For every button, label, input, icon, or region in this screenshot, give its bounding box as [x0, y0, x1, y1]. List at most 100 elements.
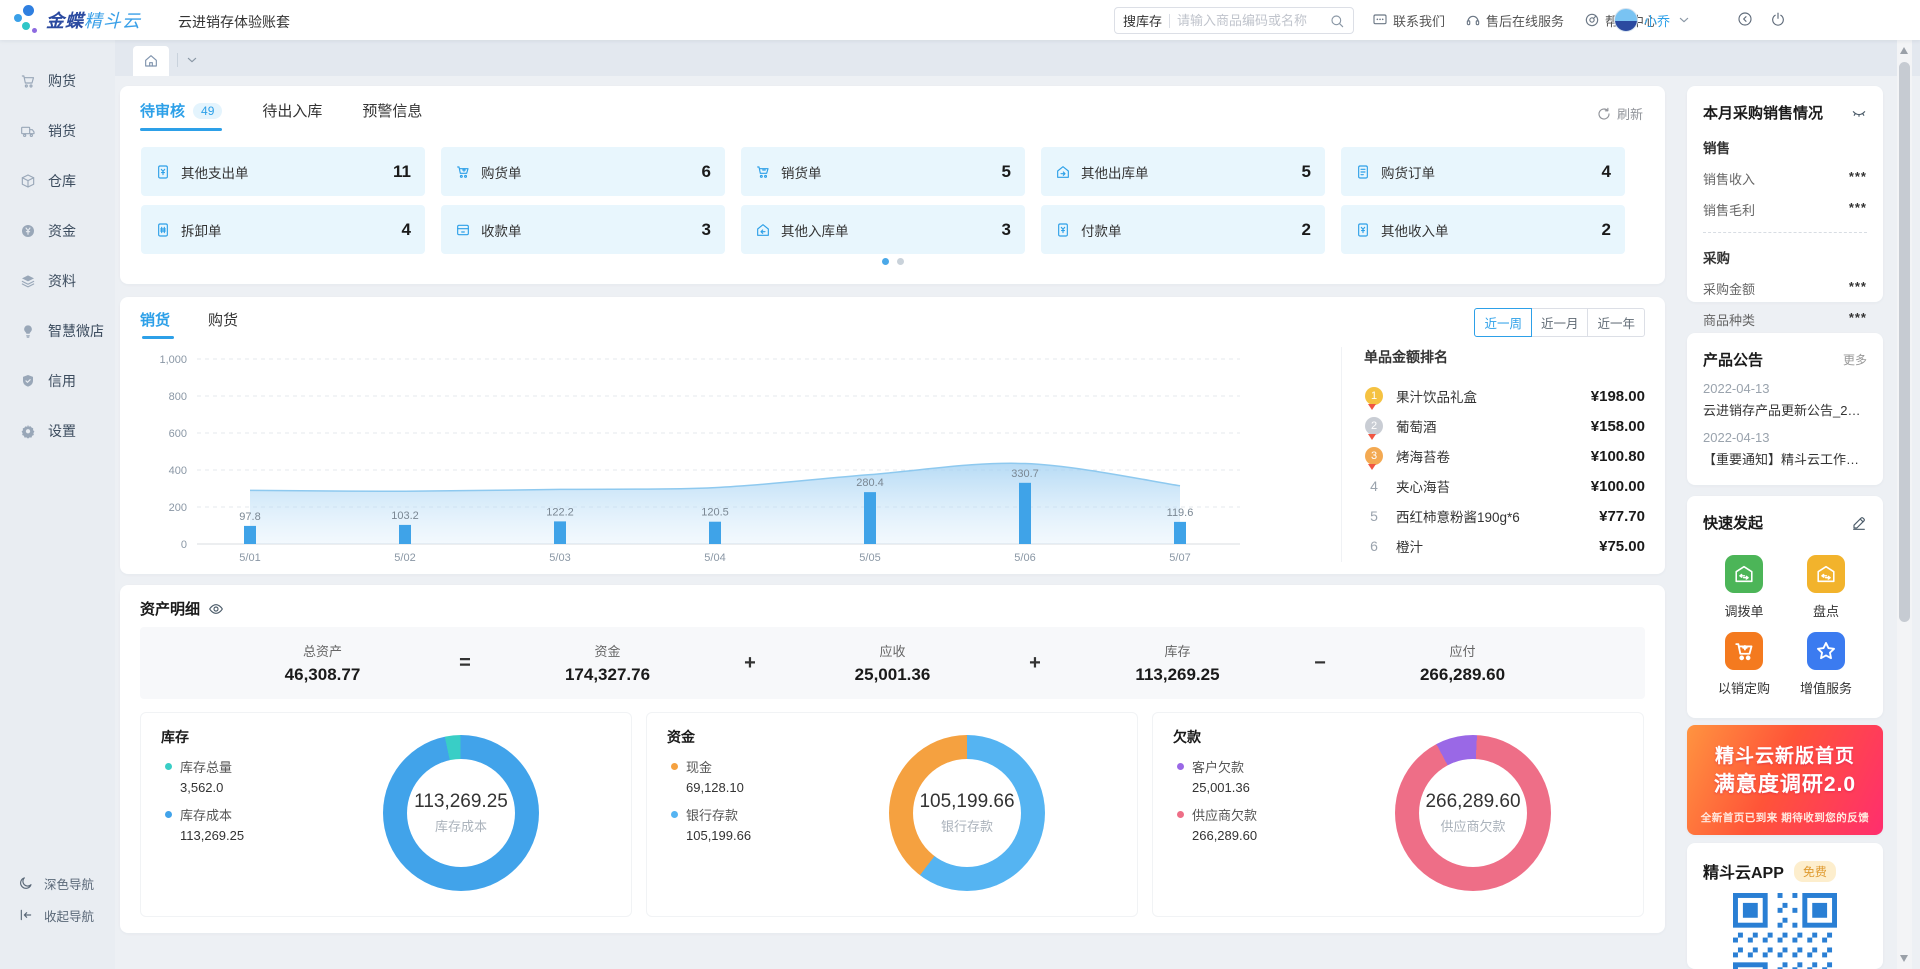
- sidebar-item-仓库[interactable]: 仓库: [0, 156, 115, 206]
- range-button-近一年[interactable]: 近一年: [1587, 308, 1645, 337]
- todo-card-收款单[interactable]: 收款单 3: [441, 205, 725, 254]
- scroll-down-arrow[interactable]: [1900, 955, 1908, 962]
- todo-card-购货单[interactable]: 购货单6: [441, 147, 725, 196]
- sidebar-item-设置[interactable]: 设置: [0, 406, 115, 456]
- header-link-售后在线服务[interactable]: 售后在线服务: [1465, 11, 1564, 30]
- donut-center-value: 113,269.25: [414, 791, 508, 813]
- edit-icon[interactable]: [1851, 515, 1867, 531]
- search-scope-label[interactable]: 搜库存: [1123, 11, 1162, 30]
- announcement-link[interactable]: 【重要通知】精斗云工作台域...: [1703, 449, 1867, 468]
- refresh-icon: [1596, 106, 1612, 122]
- monthly-row-采购金额: 采购金额***: [1703, 279, 1867, 298]
- receipt-box-icon: [455, 222, 471, 238]
- sidebar-item-信用[interactable]: 信用: [0, 356, 115, 406]
- range-button-近一月[interactable]: 近一月: [1531, 308, 1589, 337]
- todo-card-count: 5: [1002, 162, 1011, 182]
- carousel-dot[interactable]: [882, 258, 889, 265]
- ranking-row[interactable]: 4夹心海苔¥100.00: [1364, 471, 1645, 501]
- asset-card-title: 库存: [161, 727, 189, 747]
- todo-tab-预警信息[interactable]: 预警信息: [362, 100, 422, 131]
- yuan-icon: [20, 223, 36, 239]
- ranking-row[interactable]: 6橙汁¥75.00: [1364, 531, 1645, 561]
- formula-operator: +: [1015, 652, 1055, 675]
- scrollbar-thumb[interactable]: [1899, 62, 1910, 622]
- todo-card-销货单[interactable]: 销货单5: [741, 147, 1025, 196]
- todo-card-购货订单[interactable]: 购货订单4: [1341, 147, 1625, 196]
- visibility-toggle-icon[interactable]: [208, 601, 224, 617]
- asset-card-title: 资金: [667, 727, 695, 747]
- monthly-row-value: ***: [1849, 279, 1867, 298]
- medal-icon-rank-1: 1: [1365, 387, 1383, 405]
- formula-value: 266,289.60: [1340, 665, 1585, 685]
- legend-dot: [165, 763, 172, 770]
- header-link-label: 售后在线服务: [1486, 11, 1564, 30]
- sales-tab-销货[interactable]: 销货: [140, 309, 170, 339]
- formula-label: 应收: [770, 641, 1015, 660]
- payment-doc-icon: [1055, 222, 1071, 238]
- sidebar-item-销货[interactable]: 销货: [0, 106, 115, 156]
- svg-text:600: 600: [169, 428, 187, 440]
- sales-tab-购货[interactable]: 购货: [208, 309, 238, 339]
- ranking-row[interactable]: 2葡萄酒¥158.00: [1364, 411, 1645, 441]
- legend-label: 库存总量: [180, 757, 232, 776]
- inventory-search[interactable]: 搜库存: [1114, 7, 1354, 34]
- todo-card-付款单[interactable]: 付款单2: [1041, 205, 1325, 254]
- quick-action-label: 调拨单: [1724, 601, 1763, 620]
- carousel-dot[interactable]: [897, 258, 904, 265]
- legend-item-top: 现金: [671, 757, 751, 776]
- todo-card-其他出库单[interactable]: 其他出库单5: [1041, 147, 1325, 196]
- todo-tab-label: 待出入库: [262, 100, 322, 121]
- todo-tab-待审核[interactable]: 待审核49: [140, 100, 222, 131]
- formula-value: 174,327.76: [485, 665, 730, 685]
- todo-card-label: 收款单: [481, 220, 692, 240]
- range-button-近一周[interactable]: 近一周: [1474, 308, 1532, 337]
- todo-card-其他收入单[interactable]: 其他收入单2: [1341, 205, 1625, 254]
- ranking-row[interactable]: 3烤海苔卷¥100.80: [1364, 441, 1645, 471]
- user-menu[interactable]: 小乔: [1614, 0, 1688, 40]
- sidebar-item-资料[interactable]: 资料: [0, 256, 115, 306]
- eye-closed-icon[interactable]: [1851, 105, 1867, 121]
- sidebar-footer-深色导航[interactable]: 深色导航: [0, 867, 115, 899]
- quick-action-增值服务[interactable]: 增值服务: [1785, 632, 1867, 697]
- brand-logo[interactable]: 金蝶精斗云: [14, 5, 141, 35]
- survey-banner[interactable]: 精斗云新版首页 满意度调研2.0 全新首页已到来 期待收到您的反馈: [1687, 725, 1883, 835]
- header-link-联系我们[interactable]: 联系我们: [1372, 11, 1445, 30]
- todo-card-其他支出单[interactable]: 其他支出单11: [141, 147, 425, 196]
- sidebar-nav: 购货销货仓库资金资料智慧微店信用设置: [0, 56, 115, 456]
- page-scrollbar[interactable]: [1897, 40, 1912, 969]
- todo-card-count: 3: [702, 220, 711, 240]
- donut-center-label: 库存成本: [435, 816, 487, 835]
- brand-name-bold: 金蝶: [46, 11, 84, 31]
- sidebar-item-智慧微店[interactable]: 智慧微店: [0, 306, 115, 356]
- refresh-button[interactable]: 刷新: [1596, 104, 1643, 123]
- sidebar-footer-收起导航[interactable]: 收起导航: [0, 899, 115, 931]
- donut-center-label: 银行存款: [941, 816, 993, 835]
- ranking-row[interactable]: 1果汁饮品礼盒¥198.00: [1364, 381, 1645, 411]
- avatar[interactable]: [1614, 8, 1638, 32]
- back-button[interactable]: [1737, 11, 1755, 29]
- announcements-panel: 产品公告 更多 2022-04-13云进销存产品更新公告_20220...202…: [1687, 333, 1883, 485]
- donut-center: 113,269.25 库存成本: [407, 759, 515, 867]
- todo-card-拆卸单[interactable]: 拆卸单4: [141, 205, 425, 254]
- home-tab[interactable]: [133, 46, 169, 76]
- power-button[interactable]: [1770, 11, 1788, 29]
- quick-action-以销定购[interactable]: 以销定购: [1703, 632, 1785, 697]
- scroll-up-arrow[interactable]: [1900, 47, 1908, 54]
- tab-list-dropdown[interactable]: [177, 52, 196, 68]
- search-input[interactable]: [1177, 13, 1322, 28]
- legend-label: 银行存款: [686, 805, 738, 824]
- more-link[interactable]: 更多: [1843, 351, 1867, 368]
- sidebar-item-购货[interactable]: 购货: [0, 56, 115, 106]
- announcement-link[interactable]: 云进销存产品更新公告_20220...: [1703, 400, 1867, 419]
- search-icon[interactable]: [1329, 13, 1345, 29]
- sidebar-item-资金[interactable]: 资金: [0, 206, 115, 256]
- todo-tab-待出入库[interactable]: 待出入库: [262, 100, 322, 131]
- ranking-row[interactable]: 5西红柿意粉酱190g*6¥77.70: [1364, 501, 1645, 531]
- quick-action-盘点[interactable]: 盘点: [1785, 555, 1867, 620]
- svg-text:800: 800: [169, 391, 187, 403]
- quick-action-调拨单[interactable]: 调拨单: [1703, 555, 1785, 620]
- legend-value: 113,269.25: [180, 828, 244, 843]
- svg-text:280.4: 280.4: [856, 477, 884, 489]
- quick-action-grid: 调拨单 盘点以销定购增值服务: [1703, 543, 1867, 697]
- todo-card-其他入库单[interactable]: 其他入库单3: [741, 205, 1025, 254]
